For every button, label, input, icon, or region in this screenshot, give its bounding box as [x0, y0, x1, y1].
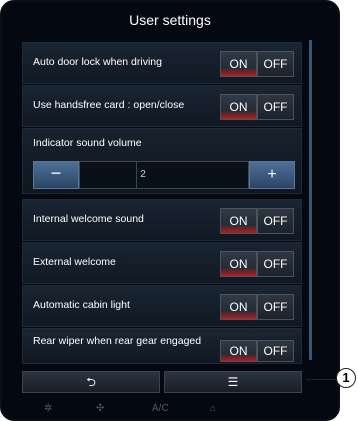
- setting-label: Rear wiper when rear gear engaged: [33, 335, 202, 347]
- scrollbar[interactable]: [309, 40, 312, 360]
- setting-row-automatic-cabin-light: Automatic cabin light ON OFF: [22, 285, 302, 327]
- on-button[interactable]: ON: [220, 51, 257, 77]
- on-button[interactable]: ON: [220, 340, 257, 362]
- menu-button[interactable]: ☰: [164, 371, 302, 393]
- callout-marker: 1: [336, 368, 356, 388]
- climate-icons-row: ✲ ✣ A/C ⌂: [22, 403, 302, 419]
- page-title: User settings: [129, 12, 211, 28]
- volume-bar: [79, 161, 249, 189]
- recirculation-icon[interactable]: ✣: [96, 403, 104, 414]
- menu-icon: ☰: [227, 375, 239, 389]
- toggle: ON OFF: [220, 94, 294, 120]
- toggle: ON OFF: [220, 251, 294, 277]
- off-button[interactable]: OFF: [257, 340, 294, 362]
- indicator-volume-setting: Indicator sound volume − 2 +: [22, 128, 302, 194]
- off-button[interactable]: OFF: [257, 208, 294, 234]
- volume-increase-button[interactable]: +: [249, 161, 295, 189]
- off-button[interactable]: OFF: [257, 51, 294, 77]
- back-button[interactable]: ⮌: [22, 371, 160, 393]
- on-button[interactable]: ON: [220, 208, 257, 234]
- setting-row-auto-door-lock: Auto door lock when driving ON OFF: [22, 42, 302, 84]
- screen: User settings Auto door lock when drivin…: [0, 0, 340, 421]
- off-button[interactable]: OFF: [257, 294, 294, 320]
- setting-row-handsfree-card: Use handsfree card : open/close ON OFF: [22, 85, 302, 127]
- toggle: ON OFF: [220, 51, 294, 77]
- setting-row-internal-welcome-sound: Internal welcome sound ON OFF: [22, 199, 302, 241]
- setting-row-external-welcome: External welcome ON OFF: [22, 242, 302, 284]
- off-button[interactable]: OFF: [257, 251, 294, 277]
- fan-icon[interactable]: ✲: [44, 403, 52, 414]
- back-arrow-icon: ⮌: [86, 375, 96, 389]
- off-button[interactable]: OFF: [257, 94, 294, 120]
- toggle: ON OFF: [220, 208, 294, 234]
- volume-value: 2: [140, 169, 146, 180]
- volume-decrease-button[interactable]: −: [33, 161, 79, 189]
- on-button[interactable]: ON: [220, 294, 257, 320]
- defrost-icon[interactable]: ⌂: [210, 403, 216, 414]
- ac-label[interactable]: A/C: [152, 403, 169, 414]
- setting-label: Auto door lock when driving: [33, 56, 162, 68]
- volume-label: Indicator sound volume: [33, 137, 142, 149]
- setting-label: Automatic cabin light: [33, 299, 130, 311]
- bottom-bar: ⮌ ☰: [22, 371, 302, 393]
- on-button[interactable]: ON: [220, 94, 257, 120]
- setting-label: Use handsfree card : open/close: [33, 99, 185, 111]
- setting-label: Internal welcome sound: [33, 213, 144, 225]
- setting-row-rear-wiper: Rear wiper when rear gear engaged ON OFF: [22, 328, 302, 364]
- toggle: ON OFF: [220, 294, 294, 320]
- toggle: ON OFF: [220, 340, 294, 362]
- on-button[interactable]: ON: [220, 251, 257, 277]
- setting-label: External welcome: [33, 256, 116, 268]
- callout-line: [306, 379, 338, 380]
